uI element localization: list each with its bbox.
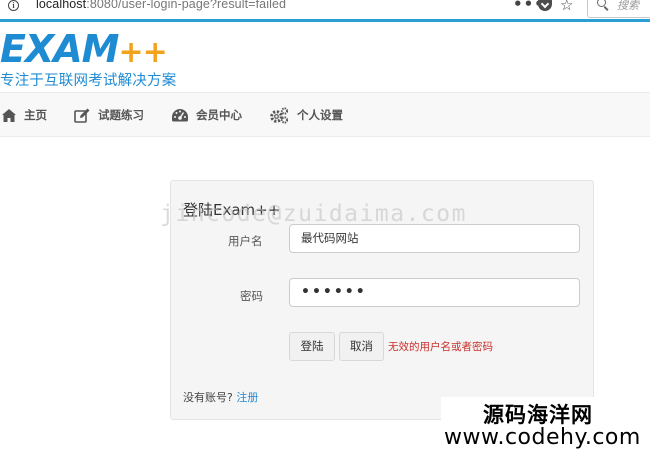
main-navbar: 主页 试题练习 会员中心 个人设置: [0, 92, 650, 137]
code-watermark: jincode@zuidaima.com: [160, 201, 467, 227]
nav-item-home[interactable]: 主页: [2, 106, 47, 124]
address-bar[interactable]: localhost:8080/user-login-page?result=fa…: [36, 0, 286, 11]
home-icon: [2, 108, 16, 122]
nav-item-practice[interactable]: 试题练习: [74, 106, 144, 124]
register-prompt: 没有账号? 注册: [183, 389, 258, 405]
site-watermark: 源码海洋网 www.codehy.com: [441, 397, 650, 456]
edit-icon: [74, 108, 90, 123]
password-field[interactable]: ••••••: [289, 278, 580, 307]
nav-label-practice: 试题练习: [98, 108, 144, 122]
pocket-icon[interactable]: [538, 0, 552, 11]
search-icon: [597, 0, 606, 7]
info-icon[interactable]: i: [8, 0, 19, 11]
bookmark-star-icon[interactable]: ☆: [560, 0, 573, 14]
logo-plus: ++: [118, 35, 167, 70]
gears-icon: [270, 106, 289, 124]
nav-label-member-center: 会员中心: [196, 108, 242, 122]
no-account-text: 没有账号?: [183, 391, 233, 404]
nav-label-settings: 个人设置: [297, 108, 343, 122]
register-link[interactable]: 注册: [236, 391, 258, 404]
browser-toolbar: i localhost:8080/user-login-page?result=…: [0, 0, 650, 22]
username-field[interactable]: 最代码网站: [289, 224, 580, 253]
site-tagline: 专注于互联网考试解决方案: [0, 73, 177, 89]
logo-text: EXAM: [0, 27, 119, 71]
dashboard-icon: [172, 108, 188, 121]
url-path: :8080/user-login-page?result=failed: [86, 0, 287, 11]
username-label: 用户名: [228, 234, 263, 248]
nav-label-home: 主页: [24, 108, 47, 122]
browser-search-input[interactable]: 搜索: [587, 0, 650, 18]
url-host: localhost: [36, 0, 87, 11]
login-error-message: 无效的用户名或者密码: [388, 341, 493, 353]
nav-item-settings[interactable]: 个人设置: [270, 106, 343, 124]
login-button[interactable]: 登陆: [289, 332, 335, 361]
nav-item-member-center[interactable]: 会员中心: [172, 106, 242, 124]
site-watermark-url: www.codehy.com: [444, 425, 641, 450]
search-placeholder: 搜索: [617, 0, 639, 12]
password-label: 密码: [240, 289, 263, 303]
cancel-button[interactable]: 取消: [339, 332, 384, 361]
site-logo[interactable]: EXAM++: [0, 27, 168, 72]
